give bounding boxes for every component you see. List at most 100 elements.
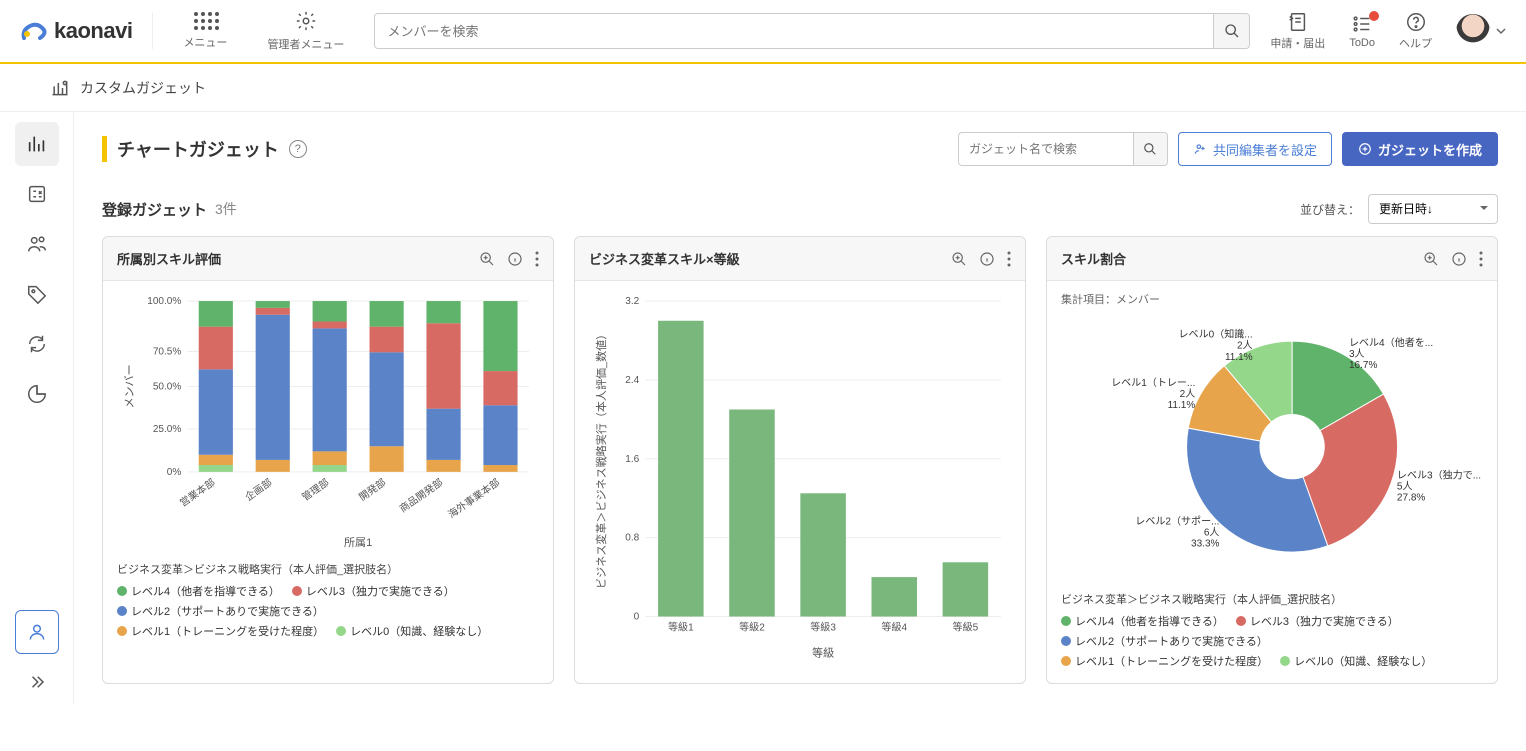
sort-select[interactable]: 更新日時↓ <box>1368 194 1498 224</box>
left-nav <box>0 112 74 704</box>
top-actions: 申請・届出 ToDo ヘルプ <box>1270 11 1506 51</box>
card-skill-by-grade: ビジネス変革スキル×等級 00.81.62.43.2等級1等級2等級3等級4等級… <box>574 236 1026 684</box>
list-head: 登録ガジェット 3件 並び替え： 更新日時↓ <box>102 194 1498 224</box>
todo-button[interactable]: ToDo <box>1349 13 1375 49</box>
topbar: kaonavi メニュー 管理者メニュー 申請・届出 ToDo ヘルプ <box>0 0 1526 64</box>
svg-text:5人: 5人 <box>1397 480 1413 492</box>
svg-text:等級3: 等級3 <box>810 621 836 634</box>
grid-icon <box>194 12 216 30</box>
admin-menu-label: 管理者メニュー <box>267 36 344 52</box>
person-plus-icon <box>1193 142 1207 156</box>
legend-item: レベル3（独力で実施できる） <box>292 583 455 599</box>
svg-text:等級5: 等級5 <box>953 621 979 634</box>
admin-menu-button[interactable]: 管理者メニュー <box>257 10 354 52</box>
zoom-icon[interactable] <box>951 251 967 267</box>
info-icon[interactable] <box>979 251 995 267</box>
search-icon <box>1224 23 1240 39</box>
nav-calc[interactable] <box>15 172 59 216</box>
svg-text:100.0%: 100.0% <box>147 296 181 307</box>
help-tooltip-icon[interactable]: ? <box>289 140 307 158</box>
avatar <box>1456 14 1490 48</box>
svg-text:11.1%: 11.1% <box>1225 352 1253 363</box>
pie-icon <box>26 383 48 405</box>
document-icon <box>1287 11 1309 33</box>
info-icon[interactable] <box>507 251 523 267</box>
more-icon[interactable] <box>1479 251 1483 267</box>
content: チャートガジェット ? 共同編集者を設定 ガジェットを作成 登録ガジェット 3 <box>74 112 1526 704</box>
info-icon[interactable] <box>1451 251 1467 267</box>
svg-text:レベル0（知識...: レベル0（知識... <box>1179 328 1253 341</box>
svg-text:3.2: 3.2 <box>625 296 639 307</box>
svg-text:レベル2（サポー...: レベル2（サポー... <box>1135 515 1219 527</box>
list-title: 登録ガジェット <box>102 199 207 220</box>
legend-item: レベル4（他者を指導できる） <box>1061 613 1224 629</box>
user-menu[interactable] <box>1456 14 1506 48</box>
help-icon <box>1405 11 1427 33</box>
legend: レベル4（他者を指導できる）レベル3（独力で実施できる）レベル2（サポートありで… <box>117 583 539 639</box>
search-icon <box>1143 142 1157 156</box>
list-count: 3件 <box>215 199 237 219</box>
page-title: チャートガジェット <box>117 136 279 162</box>
member-search-input[interactable] <box>374 13 1250 49</box>
sort-label: 並び替え： <box>1300 201 1360 218</box>
svg-text:海外事業本部: 海外事業本部 <box>445 476 502 521</box>
svg-text:等級2: 等級2 <box>739 621 765 634</box>
gear-icon <box>295 10 317 32</box>
people-icon <box>26 233 48 255</box>
legend-title: ビジネス変革＞ビジネス戦略実行（本人評価_選択肢名） <box>1061 591 1483 607</box>
nav-refresh[interactable] <box>15 322 59 366</box>
svg-text:2人: 2人 <box>1237 340 1253 352</box>
calc-icon <box>26 183 48 205</box>
svg-text:レベル1（トレー...: レベル1（トレー... <box>1111 377 1195 389</box>
menu-button[interactable]: メニュー <box>173 12 237 50</box>
zoom-icon[interactable] <box>479 251 495 267</box>
svg-text:等級1: 等級1 <box>668 621 694 634</box>
member-search <box>374 13 1250 49</box>
chevrons-right-icon <box>28 673 46 691</box>
more-icon[interactable] <box>535 251 539 267</box>
person-icon <box>27 622 47 642</box>
legend-item: レベル1（トレーニングを受けた程度） <box>1061 653 1268 669</box>
svg-text:11.1%: 11.1% <box>1168 400 1196 411</box>
help-label: ヘルプ <box>1399 35 1432 51</box>
legend-item: レベル0（知識、経験なし） <box>1280 653 1432 669</box>
refresh-icon <box>26 333 48 355</box>
nav-pie[interactable] <box>15 372 59 416</box>
brand-text: kaonavi <box>54 18 132 44</box>
legend-title: ビジネス変革＞ビジネス戦略実行（本人評価_選択肢名） <box>117 561 539 577</box>
subheader: カスタムガジェット <box>0 64 1526 112</box>
apply-button[interactable]: 申請・届出 <box>1270 11 1325 51</box>
gadget-search-button[interactable] <box>1133 133 1167 165</box>
more-icon[interactable] <box>1007 251 1011 267</box>
svg-text:25.0%: 25.0% <box>153 424 182 435</box>
svg-text:27.8%: 27.8% <box>1397 492 1426 503</box>
svg-text:等級4: 等級4 <box>881 621 907 634</box>
card-title: ビジネス変革スキル×等級 <box>589 249 740 268</box>
svg-text:2.4: 2.4 <box>625 375 639 386</box>
logo[interactable]: kaonavi <box>20 18 132 44</box>
nav-chart-gadget[interactable] <box>15 122 59 166</box>
legend-item: レベル2（サポートありで実施できる） <box>117 603 324 619</box>
member-search-button[interactable] <box>1213 14 1249 48</box>
svg-text:レベル3（独力で...: レベル3（独力で... <box>1397 468 1481 481</box>
zoom-icon[interactable] <box>1423 251 1439 267</box>
create-gadget-label: ガジェットを作成 <box>1378 140 1482 159</box>
apply-label: 申請・届出 <box>1270 35 1325 51</box>
svg-text:所属1: 所属1 <box>344 536 372 549</box>
svg-text:33.3%: 33.3% <box>1191 538 1220 549</box>
card-skill-by-dept: 所属別スキル評価 0%25.0%50.0%70.5%100.0%営業本部企画部管… <box>102 236 554 684</box>
coeditor-label: 共同編集者を設定 <box>1213 140 1317 159</box>
legend-item: レベル2（サポートありで実施できる） <box>1061 633 1268 649</box>
create-gadget-button[interactable]: ガジェットを作成 <box>1342 132 1498 166</box>
svg-text:メンバー: メンバー <box>123 364 136 408</box>
svg-text:商品開発部: 商品開発部 <box>397 476 446 515</box>
help-button[interactable]: ヘルプ <box>1399 11 1432 51</box>
coeditor-button[interactable]: 共同編集者を設定 <box>1178 132 1332 166</box>
svg-text:等級: 等級 <box>812 646 834 660</box>
svg-text:0.8: 0.8 <box>625 533 639 544</box>
nav-expand[interactable] <box>15 660 59 704</box>
nav-person[interactable] <box>15 610 59 654</box>
nav-tag[interactable] <box>15 272 59 316</box>
bar-chart: 00.81.62.43.2等級1等級2等級3等級4等級5等級ビジネス変革＞ビジネ… <box>589 291 1011 663</box>
nav-people[interactable] <box>15 222 59 266</box>
